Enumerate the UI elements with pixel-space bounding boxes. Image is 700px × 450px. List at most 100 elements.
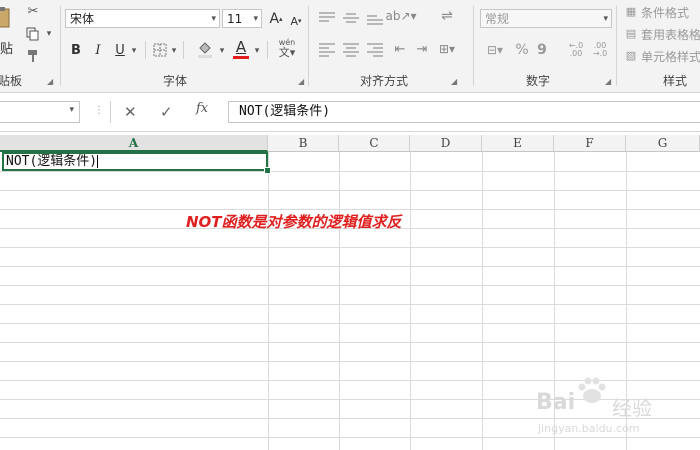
separator [145, 41, 146, 59]
row-gridline [0, 171, 700, 172]
increase-indent-icon[interactable]: ⇥ [413, 40, 431, 58]
cell-a1-value: NOT(逻辑条件) [6, 154, 98, 169]
chevron-down-icon: ▾ [211, 14, 216, 24]
clipboard-launcher-icon[interactable]: ◢ [47, 77, 53, 86]
conditional-formatting-button[interactable]: 条件格式 [641, 4, 689, 21]
comma-style-button[interactable]: 9 [534, 40, 550, 60]
font-color-button[interactable]: A [231, 38, 251, 60]
copy-dropdown-icon[interactable]: ▾ [44, 27, 54, 41]
cell-styles-icon[interactable]: ▧ [623, 47, 639, 63]
orientation-icon[interactable]: ab↗▾ [385, 6, 416, 26]
align-right-icon[interactable] [367, 42, 383, 57]
bold-button[interactable]: B [67, 40, 85, 60]
watermark-brand: Bai [536, 390, 576, 415]
row-gridline [0, 209, 700, 210]
font-color-icon: A [235, 37, 247, 56]
grow-font-label: A [269, 11, 280, 27]
column-header-d[interactable]: D [410, 135, 482, 152]
font-launcher-icon[interactable]: ◢ [298, 77, 304, 86]
row-gridline [0, 323, 700, 324]
insert-function-icon[interactable]: fx [196, 101, 208, 116]
formula-input[interactable]: NOT(逻辑条件) [228, 101, 700, 123]
copy-icon[interactable] [24, 25, 42, 43]
column-header-c[interactable]: C [339, 135, 410, 152]
row-gridline [0, 190, 700, 191]
paw-logo-icon [578, 377, 606, 403]
italic-button[interactable]: I [89, 40, 107, 60]
underline-dropdown-icon[interactable]: ▾ [129, 41, 139, 61]
baidu-watermark: Bai 经验 jingyan.baidu.com [536, 376, 696, 446]
merge-center-icon[interactable]: ⊞▾ [435, 40, 459, 58]
phonetic-guide-button[interactable]: wén 文▾ [273, 38, 301, 60]
column-header-a[interactable]: A [0, 135, 268, 152]
row-gridline [0, 266, 700, 267]
font-size-select[interactable]: 11 ▾ [222, 9, 262, 28]
wrap-text-icon[interactable]: ⇌ [437, 6, 457, 26]
font-color-swatch [233, 55, 249, 59]
borders-dropdown-icon[interactable]: ▾ [169, 41, 179, 61]
align-center-icon[interactable] [343, 42, 359, 57]
alignment-launcher-icon[interactable]: ◢ [451, 77, 457, 86]
accounting-format-icon[interactable]: ⊟▾ [482, 40, 508, 60]
column-header-b[interactable]: B [268, 135, 339, 152]
name-box[interactable]: ▾ [0, 101, 80, 123]
format-as-table-icon[interactable]: ▤ [623, 25, 639, 41]
row-gridline [0, 304, 700, 305]
number-group-label: 数字 [526, 74, 551, 88]
borders-icon[interactable] [151, 40, 169, 60]
font-size-value: 11 [227, 12, 243, 26]
increase-decimal-icon[interactable]: ←.0.00 [566, 40, 586, 60]
decrease-indent-icon[interactable]: ⇤ [391, 40, 409, 58]
paste-button-label[interactable]: 贴 [0, 38, 13, 57]
paste-icon[interactable] [0, 4, 14, 30]
chevron-down-icon: ▾ [69, 105, 74, 115]
styles-group-label: 样式 [663, 74, 688, 88]
font-group-label: 字体 [163, 74, 188, 88]
shrink-font-button[interactable]: A ▾ [287, 12, 305, 30]
conditional-formatting-icon[interactable]: ▦ [623, 3, 639, 19]
align-top-icon[interactable] [319, 10, 335, 24]
cancel-icon[interactable]: ✕ [124, 103, 137, 121]
chevron-down-icon: ▾ [253, 14, 258, 24]
phonetic-glyph-icon: 文▾ [278, 46, 296, 59]
underline-button[interactable]: U [111, 40, 129, 60]
font-name-value: 宋体 [70, 12, 95, 26]
align-left-icon[interactable] [319, 42, 335, 57]
annotation-text: NOT函数是对参数的逻辑值求反 [186, 213, 402, 231]
column-header-e[interactable]: E [482, 135, 554, 152]
styles-group: ▦ 条件格式 ▤ 套用表格格 ▧ 单元格样式 样式 [617, 0, 700, 92]
number-format-select[interactable]: 常规 ▾ [480, 9, 612, 28]
watermark-url: jingyan.baidu.com [538, 422, 640, 435]
number-format-value: 常规 [485, 12, 510, 26]
cell-styles-button[interactable]: 单元格样式 [641, 48, 700, 65]
align-middle-icon[interactable] [343, 10, 359, 24]
column-gridline [339, 152, 340, 450]
clipboard-group: 贴 ✂ ▾ 贴板 ◢ [0, 0, 60, 92]
percent-button[interactable]: % [514, 40, 530, 60]
format-painter-icon[interactable] [24, 47, 42, 65]
row-gridline [0, 361, 700, 362]
row-gridline [0, 247, 700, 248]
grow-font-button[interactable]: A ▴ [267, 10, 285, 28]
font-color-dropdown-icon[interactable]: ▾ [252, 41, 262, 61]
column-gridline [410, 152, 411, 450]
separator [110, 101, 111, 123]
font-group: 宋体 ▾ 11 ▾ A▴ A▾ B I U ▾ ▾ ▾ A ▾ wén 文▾ [61, 0, 308, 92]
alignment-group-label: 对齐方式 [360, 74, 409, 88]
column-header-f[interactable]: F [554, 135, 626, 152]
decrease-decimal-icon[interactable]: .00 →.0 [590, 40, 610, 60]
align-bottom-icon[interactable] [367, 10, 383, 25]
cut-icon[interactable]: ✂ [24, 2, 42, 20]
fill-handle[interactable] [264, 167, 271, 174]
separator [267, 41, 268, 59]
fill-color-icon[interactable] [195, 38, 215, 60]
column-header-g[interactable]: G [626, 135, 700, 152]
cell-a1[interactable]: NOT(逻辑条件) [2, 152, 268, 171]
alignment-group: ab↗▾ ⇌ ⇤ ⇥ ⊞▾ 对齐方式 ◢ [309, 0, 463, 92]
font-name-select[interactable]: 宋体 ▾ [65, 9, 220, 28]
number-launcher-icon[interactable]: ◢ [605, 77, 611, 86]
text-cursor [97, 155, 99, 168]
enter-icon[interactable]: ✓ [160, 103, 173, 121]
fill-color-dropdown-icon[interactable]: ▾ [217, 41, 227, 61]
format-as-table-button[interactable]: 套用表格格 [641, 26, 700, 43]
